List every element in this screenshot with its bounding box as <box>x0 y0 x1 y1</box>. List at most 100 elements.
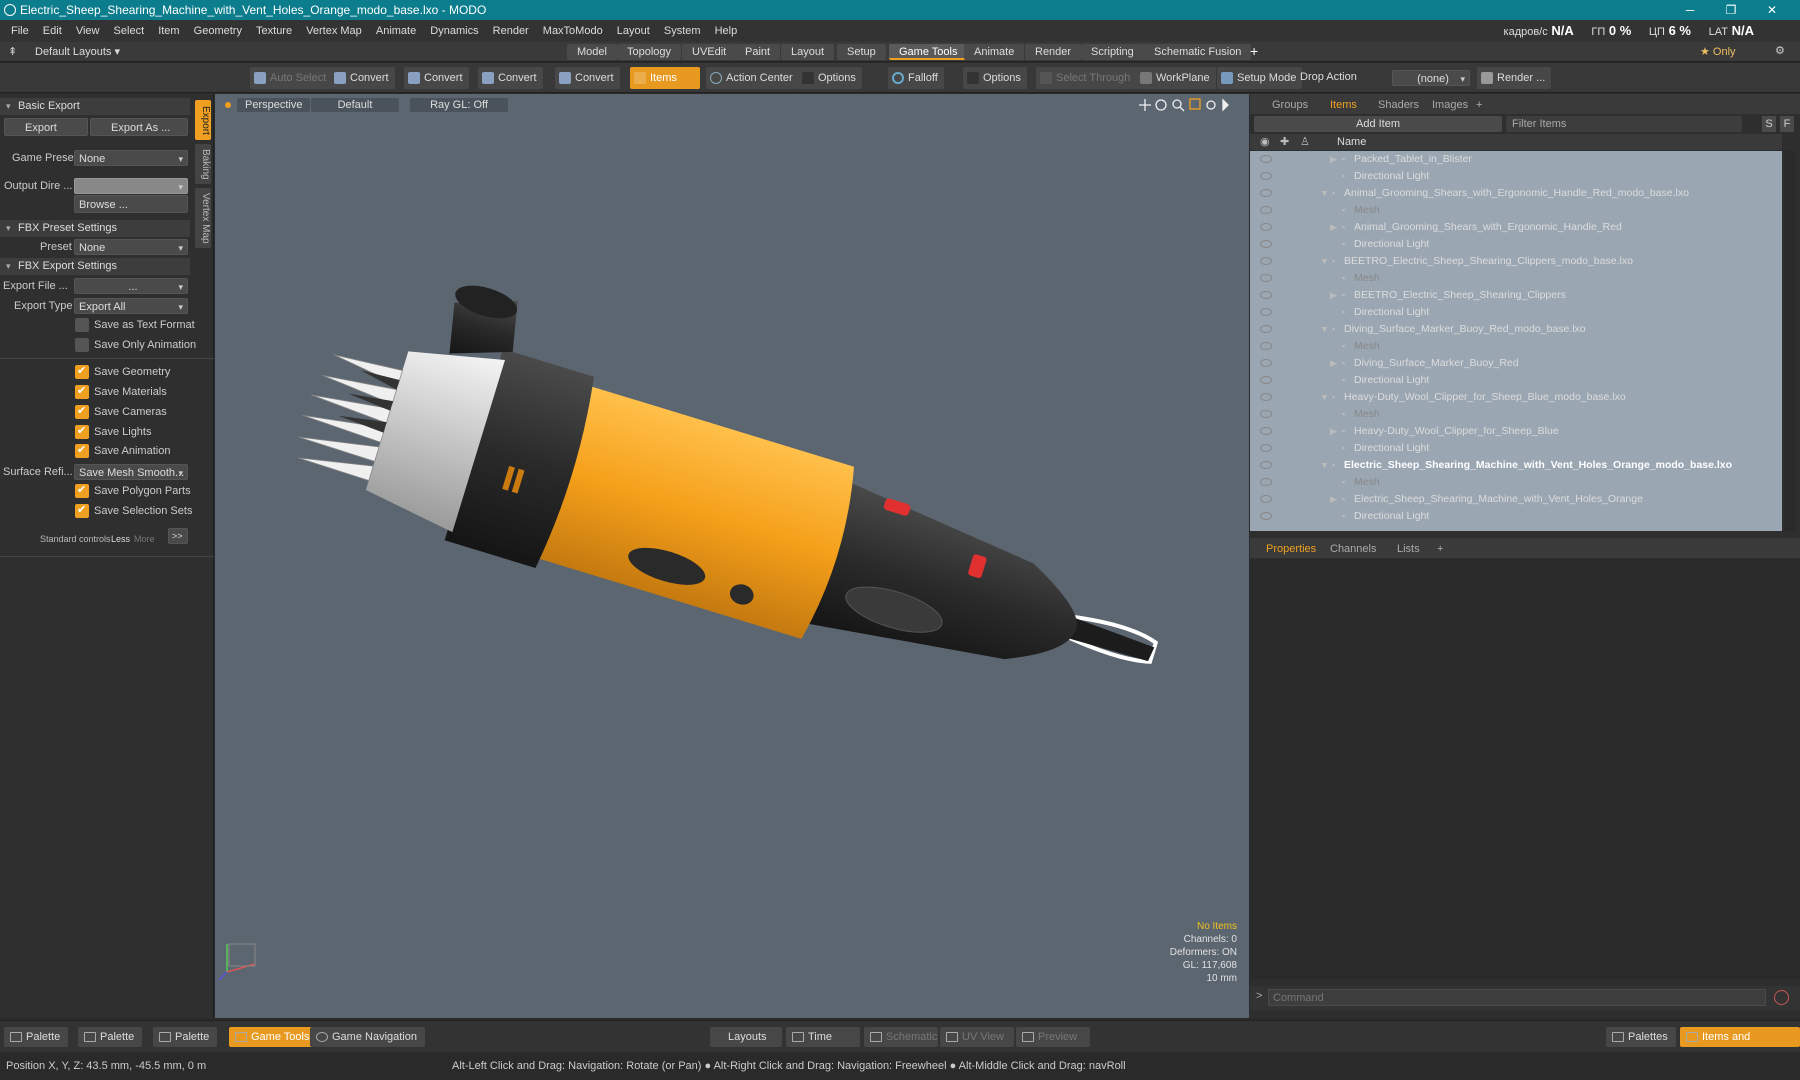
lock-column-icon[interactable]: ✚ <box>1280 134 1289 150</box>
visibility-eye-icon[interactable] <box>1260 274 1272 282</box>
tree-row[interactable]: ▪ Mesh <box>1250 202 1782 219</box>
close-button[interactable]: ✕ <box>1758 0 1786 20</box>
add-item-button[interactable]: Add Item <box>1254 116 1502 132</box>
items-button[interactable]: Items <box>630 67 700 89</box>
default-layouts-dropdown[interactable]: Default Layouts ▾ <box>35 45 120 58</box>
action-center-button[interactable]: Action Center <box>706 67 799 89</box>
tab-setup[interactable]: Setup <box>837 44 886 60</box>
auto-select-button[interactable]: Auto Select <box>250 67 333 89</box>
visibility-eye-icon[interactable] <box>1260 342 1272 350</box>
visibility-eye-icon[interactable] <box>1260 376 1272 384</box>
fbx-export-settings-section[interactable]: FBX Export Settings <box>0 258 190 275</box>
save-text-format-checkbox[interactable] <box>75 318 89 332</box>
visibility-eye-icon[interactable] <box>1260 172 1272 180</box>
menu-dynamics[interactable]: Dynamics <box>430 25 478 37</box>
game-navigation-button[interactable]: Game Navigation <box>310 1027 425 1047</box>
convert-button-2[interactable]: Convert <box>404 67 469 89</box>
export-file-dropdown[interactable]: ... <box>74 278 188 295</box>
tab-animate[interactable]: Animate <box>964 44 1025 60</box>
export-as-button[interactable]: Export As ... <box>90 118 188 136</box>
menu-view[interactable]: View <box>76 25 100 37</box>
tab-shaders[interactable]: Shaders <box>1378 97 1419 113</box>
add-tab-icon[interactable]: + <box>1476 97 1482 113</box>
visibility-eye-icon[interactable] <box>1260 240 1272 248</box>
tree-row[interactable]: ▶ ▪ Heavy-Duty_Wool_Clipper_for_Sheep_Blue <box>1250 423 1782 440</box>
setup-mode-button[interactable]: Setup Mode <box>1217 67 1303 89</box>
render-button[interactable]: Render ... <box>1477 67 1552 89</box>
menu-select[interactable]: Select <box>114 25 145 37</box>
select-through-button[interactable]: Select Through <box>1036 67 1137 89</box>
expand-arrow-icon[interactable]: ▼ <box>1320 253 1329 270</box>
command-input[interactable] <box>1268 989 1766 1006</box>
visibility-eye-icon[interactable] <box>1260 495 1272 503</box>
time-button[interactable]: Time <box>786 1027 860 1047</box>
tab-schematic-fusion[interactable]: Schematic Fusion <box>1144 44 1252 60</box>
visibility-column-icon[interactable]: ◉ <box>1260 134 1270 150</box>
menu-maxtomodo[interactable]: MaxToModo <box>543 25 603 37</box>
visibility-eye-icon[interactable] <box>1260 393 1272 401</box>
preset-dropdown[interactable]: None <box>74 239 188 256</box>
visibility-eye-icon[interactable] <box>1260 444 1272 452</box>
expand-arrow-icon[interactable]: ▶ <box>1330 287 1337 304</box>
tab-properties[interactable]: Properties <box>1266 541 1316 557</box>
visibility-eye-icon[interactable] <box>1260 155 1272 163</box>
expand-arrow-icon[interactable]: ▼ <box>1320 185 1329 202</box>
visibility-eye-icon[interactable] <box>1260 512 1272 520</box>
tree-row[interactable]: ▶ ▪ Diving_Surface_Marker_Buoy_Red <box>1250 355 1782 372</box>
menu-vertex-map[interactable]: Vertex Map <box>306 25 362 37</box>
output-dir-field[interactable] <box>74 178 188 195</box>
save-geometry-checkbox[interactable] <box>75 364 89 379</box>
game-tools-button[interactable]: Game Tools <box>229 1027 318 1047</box>
less-link[interactable]: Less <box>111 531 130 547</box>
vtab-vertex-map[interactable]: Vertex Map <box>195 188 211 248</box>
expand-arrow-icon[interactable]: ▶ <box>1330 151 1337 168</box>
visibility-eye-icon[interactable] <box>1260 257 1272 265</box>
tree-row[interactable]: ▪ Mesh <box>1250 406 1782 423</box>
falloff-button[interactable]: Falloff <box>888 67 944 89</box>
palette-button-3[interactable]: Palette <box>153 1027 218 1047</box>
browse-button[interactable]: Browse ... <box>74 195 188 213</box>
visibility-eye-icon[interactable] <box>1260 461 1272 469</box>
menu-file[interactable]: File <box>11 25 29 37</box>
visibility-eye-icon[interactable] <box>1260 189 1272 197</box>
items-and-shading-button[interactable]: Items and Shading <box>1680 1027 1800 1063</box>
menu-help[interactable]: Help <box>715 25 738 37</box>
tab-layout[interactable]: Layout <box>781 44 835 60</box>
filter-items-input[interactable]: Filter Items <box>1506 116 1742 132</box>
tree-row[interactable]: ▼ ▪ BEETRO_Electric_Sheep_Shearing_Clipper… <box>1250 253 1782 270</box>
visibility-eye-icon[interactable] <box>1260 325 1272 333</box>
workplane-button[interactable]: WorkPlane <box>1136 67 1216 89</box>
only-toggle[interactable]: ★ Only <box>1700 45 1736 58</box>
fbx-preset-settings-section[interactable]: FBX Preset Settings <box>0 220 190 237</box>
vtab-export[interactable]: Export <box>195 100 211 140</box>
tree-row[interactable]: ▪ Directional Light <box>1250 304 1782 321</box>
tree-row[interactable]: ▪ Directional Light <box>1250 440 1782 457</box>
expand-arrow-icon[interactable]: ▼ <box>1320 389 1329 406</box>
name-column-header[interactable]: Name <box>1337 134 1366 150</box>
expand-arrow-icon[interactable]: ▼ <box>1320 457 1329 474</box>
tree-row[interactable]: ▪ Directional Light <box>1250 508 1782 525</box>
tree-row[interactable]: ▶ ▪ Animal_Grooming_Shears_with_Ergonomic_… <box>1250 219 1782 236</box>
convert-button-4[interactable]: Convert <box>555 67 620 89</box>
tree-scrollbar[interactable] <box>1784 151 1796 531</box>
tab-scripting[interactable]: Scripting <box>1081 44 1144 60</box>
tree-row[interactable]: ▶ ▪ Electric_Sheep_Shearing_Machine_with_V… <box>1250 491 1782 508</box>
3d-viewport[interactable]: Perspective Default Ray GL: Off No Items… <box>215 94 1249 1018</box>
basic-export-section[interactable]: Basic Export <box>0 98 190 115</box>
save-lights-checkbox[interactable] <box>75 424 89 439</box>
save-selection-sets-checkbox[interactable] <box>75 503 89 518</box>
tab-lists[interactable]: Lists <box>1397 541 1420 557</box>
tab-game-tools[interactable]: Game Tools <box>889 44 968 60</box>
tab-channels[interactable]: Channels <box>1330 541 1376 557</box>
tree-row[interactable]: ▶ ▪ BEETRO_Electric_Sheep_Shearing_Clipper… <box>1250 287 1782 304</box>
tree-row[interactable]: ▼ ▪ Animal_Grooming_Shears_with_Ergonomic_… <box>1250 185 1782 202</box>
vtab-baking[interactable]: Baking <box>195 144 211 184</box>
menu-system[interactable]: System <box>664 25 701 37</box>
palette-button-2[interactable]: Palette <box>78 1027 143 1047</box>
visibility-eye-icon[interactable] <box>1260 223 1272 231</box>
tree-row[interactable]: ▪ Mesh <box>1250 270 1782 287</box>
convert-button-1[interactable]: Convert <box>330 67 395 89</box>
visibility-eye-icon[interactable] <box>1260 291 1272 299</box>
minimize-button[interactable]: ─ <box>1676 0 1704 20</box>
tab-images[interactable]: Images <box>1432 97 1468 113</box>
